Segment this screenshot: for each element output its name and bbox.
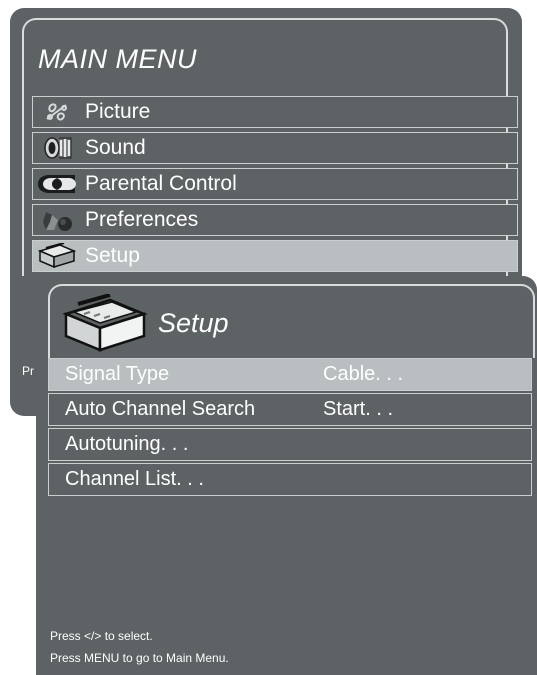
setup-option-name: Autotuning. . . — [65, 433, 189, 455]
setup-option-name: Auto Channel Search — [65, 398, 256, 420]
main-menu-list: Picture Sound Parental Control Preferenc… — [32, 96, 518, 276]
menu-item-label: Preferences — [85, 208, 199, 231]
menu-item-sound[interactable]: Sound — [32, 132, 518, 164]
parental-control-icon — [33, 170, 81, 198]
menu-item-setup[interactable]: Setup — [32, 240, 518, 272]
picture-icon — [33, 98, 81, 126]
partially-hidden-help-text: Pr — [22, 364, 34, 378]
setup-row-signal-type[interactable]: Signal Type Cable. . . — [48, 358, 532, 391]
menu-item-label: Parental Control — [85, 172, 237, 195]
setup-options-list: Signal Type Cable. . . Auto Channel Sear… — [48, 358, 532, 498]
menu-item-label: Picture — [85, 100, 151, 123]
setup-row-channel-list[interactable]: Channel List. . . — [48, 463, 532, 496]
setup-row-auto-channel-search[interactable]: Auto Channel Search Start. . . — [48, 393, 532, 426]
main-menu-title: MAIN MENU — [38, 44, 197, 74]
setup-row-autotuning[interactable]: Autotuning. . . — [48, 428, 532, 461]
menu-item-label: Setup — [85, 244, 140, 267]
setup-option-name: Signal Type — [65, 363, 170, 385]
setup-menu-panel: Setup Signal Type Cable. . . Auto Channe… — [36, 276, 537, 675]
setup-toolbox-icon — [33, 242, 81, 270]
setup-option-name: Channel List. . . — [65, 468, 204, 490]
menu-item-label: Sound — [85, 136, 146, 159]
setup-toolbox-icon — [60, 293, 150, 359]
help-text-select: Press </> to select. — [50, 629, 153, 643]
setup-option-value: Start. . . — [323, 398, 394, 420]
preferences-icon — [33, 206, 81, 234]
menu-item-preferences[interactable]: Preferences — [32, 204, 518, 236]
help-text-menu: Press MENU to go to Main Menu. — [50, 651, 229, 665]
menu-item-picture[interactable]: Picture — [32, 96, 518, 128]
menu-item-parental-control[interactable]: Parental Control — [32, 168, 518, 200]
speaker-icon — [33, 134, 81, 162]
setup-menu-title: Setup — [158, 308, 229, 338]
setup-option-value: Cable. . . — [323, 363, 404, 385]
